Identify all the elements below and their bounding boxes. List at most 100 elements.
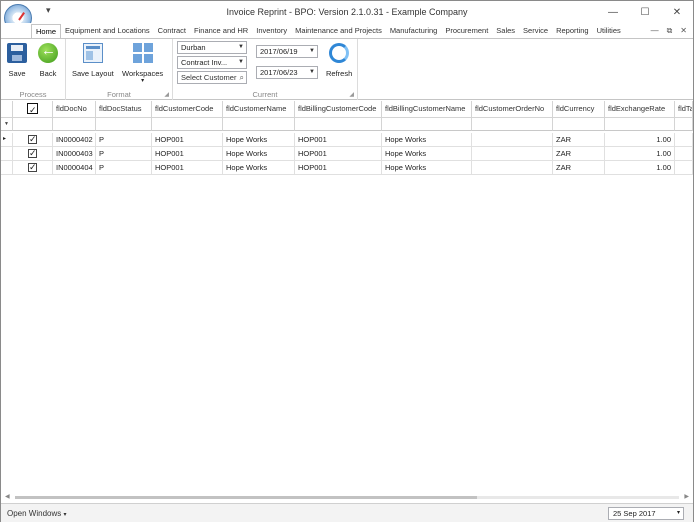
cell-customer-order-no[interactable] [472,161,553,175]
row-checkbox[interactable] [28,161,37,174]
cell-billing-customer-code[interactable]: HOP001 [295,147,382,161]
filter-cell[interactable] [152,118,223,131]
cell-currency[interactable]: ZAR [553,161,605,175]
cell-billing-customer-code[interactable]: HOP001 [295,133,382,147]
filter-cell[interactable] [605,118,675,131]
column-header-customer-name[interactable]: fldCustomerName [223,101,295,118]
row-checkbox[interactable] [28,147,37,160]
tab-equipment-and-locations[interactable]: Equipment and Locations [61,24,154,39]
scroll-right-icon[interactable]: ▶ [684,493,689,500]
cell-doc-status[interactable]: P [96,161,152,175]
horizontal-scrollbar[interactable]: ◀ ▶ [3,494,691,501]
tab-sales[interactable]: Sales [492,24,519,39]
document-type-combo[interactable]: Contract Inv... ▼ [177,56,247,69]
workspaces-button[interactable]: Workspaces ▾ [122,43,163,84]
table-row[interactable]: IN0000404 P HOP001 Hope Works HOP001 Hop… [1,161,693,175]
column-header-doc-status[interactable]: fldDocStatus [96,101,152,118]
mdi-close-button[interactable]: ✕ [680,26,687,36]
cell-customer-code[interactable]: HOP001 [152,147,223,161]
cell-customer-order-no[interactable] [472,133,553,147]
tab-utilities[interactable]: Utilities [593,24,625,39]
date-from-picker[interactable]: 2017/06/19 ▼ [256,45,318,58]
back-button[interactable]: Back [38,42,58,78]
cell-exchange-rate[interactable]: 1.00 [605,161,675,175]
cell-billing-customer-name[interactable]: Hope Works [382,147,472,161]
cell-exchange-rate[interactable]: 1.00 [605,147,675,161]
dialog-launcher-icon[interactable]: ◢ [164,91,169,98]
scrollbar-thumb[interactable] [15,496,477,499]
select-all-checkbox[interactable] [27,102,38,117]
filter-cell[interactable] [675,118,693,131]
cell-billing-customer-name[interactable]: Hope Works [382,133,472,147]
row-select-cell[interactable] [13,161,53,175]
cell-exchange-rate[interactable]: 1.00 [605,133,675,147]
column-header-customer-code[interactable]: fldCustomerCode [152,101,223,118]
filter-cell[interactable] [53,118,96,131]
close-button[interactable]: ✕ [661,1,693,23]
filter-cell[interactable] [553,118,605,131]
tab-manufacturing[interactable]: Manufacturing [386,24,442,39]
save-button[interactable]: Save [7,43,27,78]
tab-procurement[interactable]: Procurement [441,24,492,39]
row-select-cell[interactable] [13,133,53,147]
cell-currency[interactable]: ZAR [553,133,605,147]
column-header-billing-customer-code[interactable]: fldBillingCustomerCode [295,101,382,118]
tab-inventory[interactable]: Inventory [252,24,291,39]
table-row[interactable]: ▸ IN0000402 P HOP001 Hope Works HOP001 H… [1,133,693,147]
cell-customer-code[interactable]: HOP001 [152,133,223,147]
cell-customer-order-no[interactable] [472,147,553,161]
filter-cell[interactable] [223,118,295,131]
table-row[interactable]: IN0000403 P HOP001 Hope Works HOP001 Hop… [1,147,693,161]
column-header-currency[interactable]: fldCurrency [553,101,605,118]
cell-billing-customer-code[interactable]: HOP001 [295,161,382,175]
mdi-minimize-button[interactable]: — [651,26,659,36]
refresh-button[interactable]: Refresh [326,43,352,78]
cell-doc-no[interactable]: IN0000404 [53,161,96,175]
column-header-billing-customer-name[interactable]: fldBillingCustomerName [382,101,472,118]
row-checkbox[interactable] [28,133,37,146]
open-windows-button[interactable]: Open Windows ▾ [7,509,67,518]
cell-doc-status[interactable]: P [96,147,152,161]
cell-currency[interactable]: ZAR [553,147,605,161]
tab-contract[interactable]: Contract [154,24,190,39]
mdi-restore-button[interactable]: ⧉ [667,26,673,36]
save-layout-button[interactable]: Save Layout [72,43,114,78]
cell-tax[interactable] [675,161,693,175]
refresh-icon [329,43,350,63]
filter-cell[interactable] [382,118,472,131]
cell-tax[interactable] [675,133,693,147]
filter-icon[interactable]: ▼ [1,118,13,131]
customer-search-input[interactable]: Select Customer ⌕ [177,71,247,84]
cell-doc-status[interactable]: P [96,133,152,147]
select-all-header[interactable] [13,101,53,118]
cell-billing-customer-name[interactable]: Hope Works [382,161,472,175]
branch-combo[interactable]: Durban ▼ [177,41,247,54]
maximize-button[interactable]: ☐ [629,1,661,23]
tab-maintenance-and-projects[interactable]: Maintenance and Projects [291,24,386,39]
date-to-picker[interactable]: 2017/06/23 ▼ [256,66,318,79]
filter-cell[interactable] [295,118,382,131]
cell-customer-code[interactable]: HOP001 [152,161,223,175]
tab-home[interactable]: Home [31,24,62,39]
row-select-cell[interactable] [13,147,53,161]
column-header-tax[interactable]: fldTa [675,101,693,118]
cell-customer-name[interactable]: Hope Works [223,161,295,175]
filter-cell[interactable] [13,118,53,131]
system-date-picker[interactable]: 25 Sep 2017 ▾ [608,507,684,520]
scroll-left-icon[interactable]: ◀ [5,493,10,500]
column-header-exchange-rate[interactable]: fldExchangeRate [605,101,675,118]
cell-customer-name[interactable]: Hope Works [223,147,295,161]
cell-customer-name[interactable]: Hope Works [223,133,295,147]
tab-finance-and-hr[interactable]: Finance and HR [190,24,252,39]
column-header-doc-no[interactable]: fldDocNo [53,101,96,118]
dialog-launcher-icon[interactable]: ◢ [349,91,354,98]
filter-cell[interactable] [96,118,152,131]
column-header-customer-order-no[interactable]: fldCustomerOrderNo [472,101,553,118]
cell-doc-no[interactable]: IN0000402 [53,133,96,147]
tab-reporting[interactable]: Reporting [552,24,593,39]
cell-tax[interactable] [675,147,693,161]
cell-doc-no[interactable]: IN0000403 [53,147,96,161]
tab-service[interactable]: Service [519,24,552,39]
minimize-button[interactable]: — [597,1,629,23]
filter-cell[interactable] [472,118,553,131]
